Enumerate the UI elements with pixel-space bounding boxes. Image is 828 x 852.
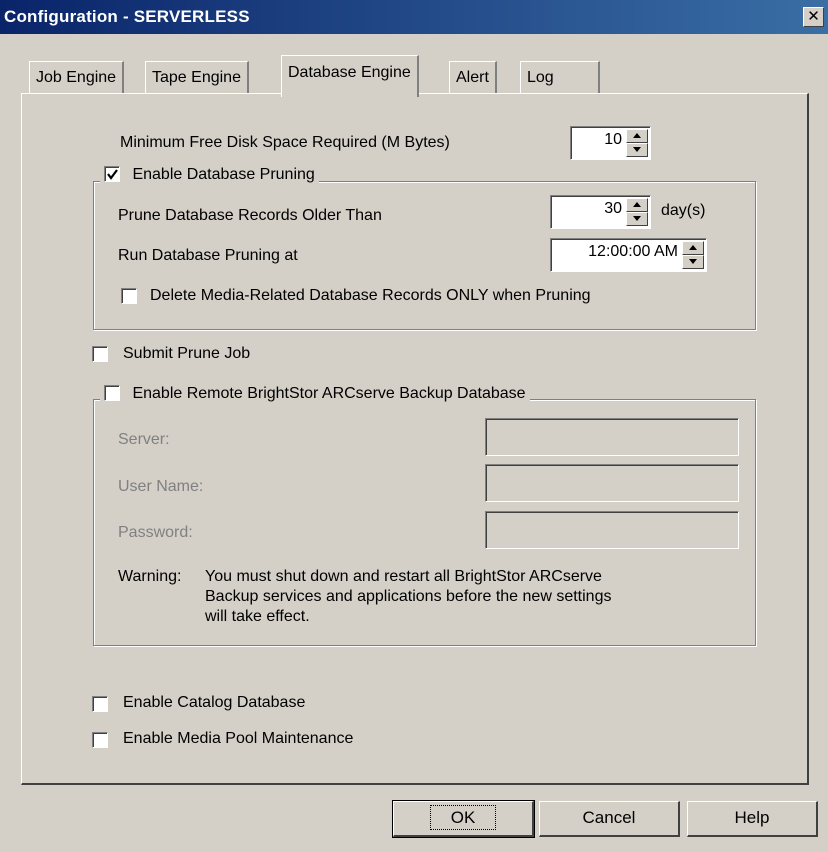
enable-catalog-checkbox[interactable] [92, 696, 108, 712]
run-pruning-time-picker[interactable]: 12:00:00 AM [550, 238, 707, 272]
window-title: Configuration - SERVERLESS [4, 7, 250, 26]
user-name-field[interactable] [485, 464, 739, 502]
disk-space-value: 10 [604, 131, 622, 148]
server-label: Server: [118, 431, 170, 448]
media-only-label: Delete Media-Related Database Records ON… [150, 287, 591, 304]
checkmark-icon [107, 169, 118, 180]
tab-alert[interactable]: Alert [449, 61, 497, 95]
close-button[interactable]: ✕ [803, 7, 824, 27]
spin-up-icon[interactable] [626, 198, 648, 212]
submit-prune-checkbox[interactable] [92, 346, 108, 362]
warning-line-1: You must shut down and restart all Brigh… [205, 568, 602, 585]
disk-space-spin-buttons[interactable] [626, 129, 648, 157]
enable-media-pool-label: Enable Media Pool Maintenance [123, 730, 354, 747]
prune-older-value: 30 [604, 200, 622, 217]
enable-media-pool-checkbox[interactable] [92, 732, 108, 748]
enable-pruning-row[interactable]: Enable Database Pruning [100, 166, 319, 184]
prune-older-spinner[interactable]: 30 [550, 195, 651, 229]
tab-database-engine[interactable]: Database Engine [281, 55, 419, 97]
run-pruning-label: Run Database Pruning at [118, 247, 298, 264]
prune-older-unit: day(s) [661, 202, 706, 219]
warning-line-3: will take effect. [205, 608, 310, 625]
spin-down-icon[interactable] [626, 143, 648, 157]
enable-catalog-label: Enable Catalog Database [123, 694, 306, 711]
tab-log[interactable]: Log [520, 61, 600, 95]
media-only-checkbox[interactable] [121, 288, 137, 304]
enable-remote-db-label: Enable Remote BrightStor ARCserve Backup… [132, 385, 526, 402]
warning-line-2: Backup services and applications before … [205, 588, 612, 605]
disk-space-label: Minimum Free Disk Space Required (M Byte… [120, 134, 450, 151]
prune-older-spin-buttons[interactable] [626, 198, 648, 226]
server-field[interactable] [485, 418, 739, 456]
spin-up-icon[interactable] [626, 129, 648, 143]
enable-pruning-label: Enable Database Pruning [132, 166, 315, 183]
run-pruning-time-value: 12:00:00 AM [588, 243, 678, 260]
prune-older-label: Prune Database Records Older Than [118, 207, 382, 224]
spin-down-icon[interactable] [682, 255, 704, 269]
enable-remote-db-checkbox[interactable] [104, 385, 120, 401]
user-name-label: User Name: [118, 478, 204, 495]
close-icon: ✕ [807, 8, 820, 25]
ok-button[interactable]: OK [392, 800, 535, 838]
warning-prefix: Warning: [118, 568, 182, 585]
tab-job-engine[interactable]: Job Engine [29, 61, 125, 95]
password-label: Password: [118, 524, 193, 541]
configuration-dialog: Configuration - SERVERLESS ✕ Job Engine … [0, 0, 828, 852]
run-pruning-spin-buttons[interactable] [682, 241, 704, 269]
enable-pruning-checkbox[interactable] [104, 166, 120, 182]
tab-tape-engine[interactable]: Tape Engine [145, 61, 249, 95]
password-field[interactable] [485, 511, 739, 549]
cancel-button[interactable]: Cancel [539, 801, 680, 837]
spin-down-icon[interactable] [626, 212, 648, 226]
disk-space-spinner[interactable]: 10 [570, 126, 651, 160]
help-button[interactable]: Help [687, 801, 818, 837]
submit-prune-label: Submit Prune Job [123, 345, 251, 362]
enable-remote-db-row[interactable]: Enable Remote BrightStor ARCserve Backup… [100, 385, 530, 403]
database-engine-panel: Minimum Free Disk Space Required (M Byte… [21, 93, 809, 785]
title-bar[interactable]: Configuration - SERVERLESS ✕ [0, 0, 828, 34]
spin-up-icon[interactable] [682, 241, 704, 255]
